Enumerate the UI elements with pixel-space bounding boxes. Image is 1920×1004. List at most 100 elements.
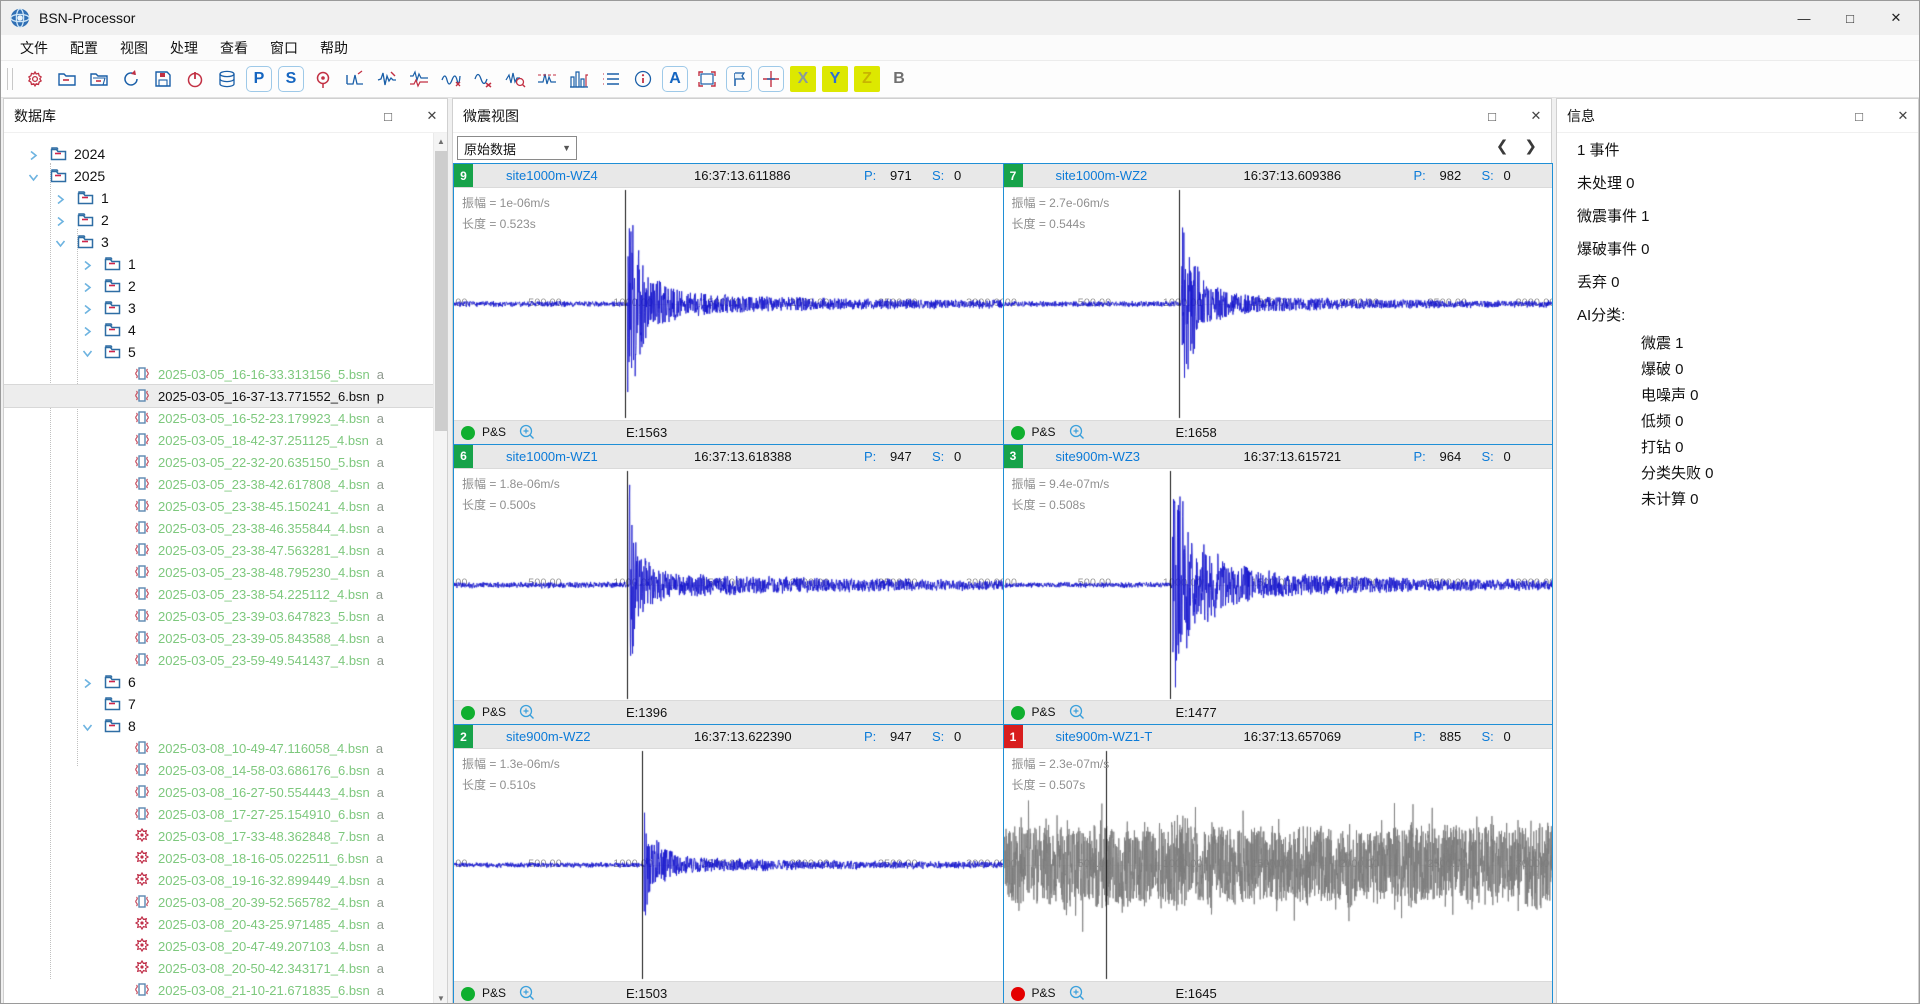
zoom-in-icon[interactable] bbox=[518, 423, 536, 444]
tree-file-row[interactable]: 2025-03-08_21-10-21.671835_6.bsna bbox=[4, 979, 433, 1001]
s-phase-button[interactable]: S bbox=[278, 66, 304, 92]
database-close-button[interactable]: ✕ bbox=[423, 108, 441, 124]
wave-edit-icon[interactable] bbox=[374, 66, 400, 92]
waveform-plot-area[interactable]: 0.00500.001000.001500.002000.002500.0030… bbox=[1004, 188, 1553, 420]
folder-open-icon[interactable] bbox=[86, 66, 112, 92]
tree-file-row[interactable]: 2025-03-08_17-27-25.154910_6.bsna bbox=[4, 803, 433, 825]
refresh-icon[interactable] bbox=[118, 66, 144, 92]
chevron-collapsed-icon[interactable] bbox=[82, 258, 94, 270]
frame-select-icon[interactable] bbox=[694, 66, 720, 92]
tree-folder-3[interactable]: 3 bbox=[4, 297, 433, 319]
info-icon[interactable] bbox=[630, 66, 656, 92]
histogram-icon[interactable] bbox=[566, 66, 592, 92]
info-close-button[interactable]: ✕ bbox=[1894, 108, 1912, 124]
tree-file-row[interactable]: 2025-03-08_10-49-47.116058_4.bsna bbox=[4, 737, 433, 759]
viewer-float-button[interactable]: □ bbox=[1483, 109, 1501, 124]
waveform-plot-area[interactable]: 0.00500.001000.001500.002000.002500.0030… bbox=[454, 749, 1003, 981]
menu-item-1[interactable]: 文件 bbox=[9, 35, 59, 60]
axis-y-button[interactable]: Y bbox=[822, 66, 848, 92]
waveform-plot-area[interactable]: 0.00500.001000.001500.002000.002500.0030… bbox=[454, 469, 1003, 701]
waveform-plot-area[interactable]: 0.00500.001000.001500.002000.002500.0030… bbox=[1004, 469, 1553, 701]
tree-file-row[interactable]: 2025-03-05_16-52-23.179923_4.bsna bbox=[4, 407, 433, 429]
menu-item-6[interactable]: 窗口 bbox=[259, 35, 309, 60]
tree-folder-4[interactable]: 4 bbox=[4, 319, 433, 341]
tree-scrollbar[interactable]: ▲ ▼ bbox=[433, 133, 447, 1004]
label-a-button[interactable]: A bbox=[662, 66, 688, 92]
ps-toggle[interactable]: P&S bbox=[1032, 425, 1056, 439]
chevron-collapsed-icon[interactable] bbox=[82, 280, 94, 292]
axis-x-button[interactable]: X bbox=[790, 66, 816, 92]
chevron-collapsed-icon[interactable] bbox=[82, 324, 94, 336]
chevron-collapsed-icon[interactable] bbox=[28, 148, 40, 160]
waveform-plot-area[interactable]: 0.00500.001000.001500.002000.002500.0030… bbox=[1004, 749, 1553, 981]
wave-pick-icon[interactable] bbox=[342, 66, 368, 92]
menu-item-7[interactable]: 帮助 bbox=[309, 35, 359, 60]
database-float-button[interactable]: □ bbox=[379, 109, 397, 124]
minimize-button[interactable]: — bbox=[1781, 1, 1827, 35]
list-icon[interactable] bbox=[598, 66, 624, 92]
database-icon[interactable] bbox=[214, 66, 240, 92]
tree-file-row[interactable]: 2025-03-05_23-38-54.225112_4.bsna bbox=[4, 583, 433, 605]
tree-file-row[interactable]: 2025-03-05_23-38-47.563281_4.bsna bbox=[4, 539, 433, 561]
zoom-in-icon[interactable] bbox=[518, 703, 536, 724]
ps-toggle[interactable]: P&S bbox=[482, 986, 506, 1000]
tree-folder-2024[interactable]: 2024 bbox=[4, 143, 433, 165]
crosshair-icon[interactable] bbox=[758, 66, 784, 92]
waveform-panel-header[interactable]: 7site1000m-WZ216:37:13.609386P:982S:0 bbox=[1004, 164, 1553, 188]
wave-flat-icon[interactable] bbox=[534, 66, 560, 92]
waveform-panel-header[interactable]: 3site900m-WZ316:37:13.615721P:964S:0 bbox=[1004, 445, 1553, 469]
tree-file-row[interactable]: 2025-03-05_18-42-37.251125_4.bsna bbox=[4, 429, 433, 451]
ps-toggle[interactable]: P&S bbox=[482, 425, 506, 439]
tree-file-row[interactable]: 2025-03-05_23-38-42.617808_4.bsna bbox=[4, 473, 433, 495]
zoom-in-icon[interactable] bbox=[1068, 984, 1086, 1004]
tree-file-row[interactable]: 2025-03-05_23-39-05.843588_4.bsna bbox=[4, 627, 433, 649]
viewer-close-button[interactable]: ✕ bbox=[1527, 108, 1545, 124]
chevron-collapsed-icon[interactable] bbox=[55, 214, 67, 226]
wave-multi-icon[interactable] bbox=[406, 66, 432, 92]
waveform-panel-header[interactable]: 2site900m-WZ216:37:13.622390P:947S:0 bbox=[454, 725, 1003, 749]
tree-folder-1[interactable]: 1 bbox=[4, 187, 433, 209]
tree-folder-8[interactable]: 8 bbox=[4, 715, 433, 737]
tree-file-row[interactable]: 2025-03-08_17-33-48.362848_7.bsna bbox=[4, 825, 433, 847]
ps-toggle[interactable]: P&S bbox=[1032, 705, 1056, 719]
wave-search-icon[interactable] bbox=[502, 66, 528, 92]
maximize-button[interactable]: □ bbox=[1827, 1, 1873, 35]
settings-icon[interactable] bbox=[22, 66, 48, 92]
menu-item-3[interactable]: 视图 bbox=[109, 35, 159, 60]
ps-toggle[interactable]: P&S bbox=[482, 705, 506, 719]
waveform-panel-header[interactable]: 6site1000m-WZ116:37:13.618388P:947S:0 bbox=[454, 445, 1003, 469]
p-phase-button[interactable]: P bbox=[246, 66, 272, 92]
tree-file-row[interactable]: 2025-03-08_18-16-05.022511_6.bsna bbox=[4, 847, 433, 869]
prev-event-button[interactable]: ❮ bbox=[1496, 137, 1509, 155]
data-type-dropdown[interactable]: 原始数据 ▼ bbox=[457, 136, 577, 160]
chevron-expanded-icon[interactable] bbox=[82, 346, 94, 358]
tree-file-row[interactable]: 2025-03-08_16-27-50.554443_4.bsna bbox=[4, 781, 433, 803]
tree-folder-6[interactable]: 6 bbox=[4, 671, 433, 693]
waveform-plot-area[interactable]: 0.00500.001000.001500.002000.002500.0030… bbox=[454, 188, 1003, 420]
tree-file-row[interactable]: 2025-03-08_20-43-25.971485_4.bsna bbox=[4, 913, 433, 935]
zoom-in-icon[interactable] bbox=[1068, 703, 1086, 724]
tree-folder-2025[interactable]: 2025 bbox=[4, 165, 433, 187]
ps-toggle[interactable]: P&S bbox=[1032, 986, 1056, 1000]
tree-folder-2[interactable]: 2 bbox=[4, 209, 433, 231]
chevron-expanded-icon[interactable] bbox=[55, 236, 67, 248]
chevron-expanded-icon[interactable] bbox=[28, 170, 40, 182]
location-icon[interactable] bbox=[310, 66, 336, 92]
chevron-expanded-icon[interactable] bbox=[82, 720, 94, 732]
next-event-button[interactable]: ❯ bbox=[1524, 137, 1537, 155]
waveform-panel-header[interactable]: 9site1000m-WZ416:37:13.611886P:971S:0 bbox=[454, 164, 1003, 188]
wave-cut-icon[interactable] bbox=[438, 66, 464, 92]
tree-file-row[interactable]: 2025-03-05_23-38-45.150241_4.bsna bbox=[4, 495, 433, 517]
tree-folder-2[interactable]: 2 bbox=[4, 275, 433, 297]
zoom-in-icon[interactable] bbox=[1068, 423, 1086, 444]
menu-item-4[interactable]: 处理 bbox=[159, 35, 209, 60]
tree-file-row[interactable]: 2025-03-05_23-39-03.647823_5.bsna bbox=[4, 605, 433, 627]
tree-file-row[interactable]: 2025-03-05_23-38-48.795230_4.bsna bbox=[4, 561, 433, 583]
tree-folder-1[interactable]: 1 bbox=[4, 253, 433, 275]
toolbar-grip[interactable] bbox=[7, 68, 13, 90]
power-icon[interactable] bbox=[182, 66, 208, 92]
chevron-collapsed-icon[interactable] bbox=[55, 192, 67, 204]
menu-item-5[interactable]: 查看 bbox=[209, 35, 259, 60]
zoom-in-icon[interactable] bbox=[518, 984, 536, 1004]
chevron-collapsed-icon[interactable] bbox=[82, 676, 94, 688]
